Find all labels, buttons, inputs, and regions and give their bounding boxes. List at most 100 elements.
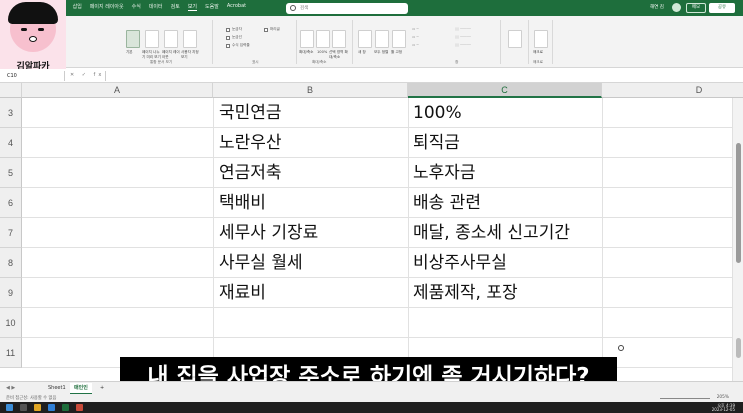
cell-c7[interactable]: 매달, 종소세 신고기간 [413,218,570,248]
custom-views-button[interactable] [183,30,197,48]
cell-c9[interactable]: 제품제작, 포장 [413,278,518,308]
zoom-to-selection-button[interactable] [332,30,346,48]
cell-b3[interactable]: 국민연금 [219,98,282,128]
cell-b9[interactable]: 재료비 [219,278,266,308]
avatar[interactable] [672,3,681,12]
arrange-all-button[interactable] [375,30,389,48]
webcam-overlay: 김알파카 [0,0,66,76]
edge-browser-icon[interactable] [48,404,55,411]
group-label-zoom: 확대/축소 [312,60,327,64]
menu-help[interactable]: 도움말 [205,3,219,11]
memo-button[interactable]: 메모 [686,3,706,13]
spreadsheet-grid[interactable]: A B C D 3 국민연금 100% 4 노란우산 퇴직금 5 연금저축 노후… [0,83,743,381]
menu-view[interactable]: 보기 [187,3,198,11]
column-header-c[interactable]: C [408,83,602,98]
zoom-label: 확대/축소 [299,50,314,54]
sheet-tab-sheet1[interactable]: Sheet1 [44,383,70,394]
freeze-panes-button[interactable] [392,30,406,48]
formula-bar-checkbox[interactable] [226,44,230,48]
scrollbar-thumb[interactable] [736,143,741,263]
row-header[interactable]: 5 [0,158,22,188]
ribbon-separator [500,20,501,64]
search-icon[interactable] [20,404,27,411]
menu-review[interactable]: 검토 [171,3,180,11]
windows-start-icon[interactable] [6,404,13,411]
gridlines-checkbox[interactable] [226,36,230,40]
menu-formulas[interactable]: 수식 [132,3,141,11]
cell-c4[interactable]: 퇴직금 [413,128,460,158]
vertical-scrollbar[interactable] [732,98,743,381]
taskbar-clock[interactable]: 오후 4:39 2023-12-05 [712,404,735,412]
column-header-a[interactable]: A [22,83,213,98]
menu-acrobat[interactable]: Acrobat [227,3,246,11]
gridlines-label: 눈금선 [232,35,242,39]
ribbon: 기본 페이지 나누기 미리 보기 페이지 레이아웃 사용자 지정 보기 통합 문… [0,16,743,68]
formula-bar-label: 수식 입력줄 [232,43,250,47]
webcam-mouth [29,36,37,42]
zoom-slider[interactable] [660,398,710,399]
column-header-b[interactable]: B [213,83,408,98]
split-option[interactable]: ▭ ─ [412,27,419,31]
cell-b7[interactable]: 세무사 기장료 [219,218,318,248]
file-explorer-icon[interactable] [34,404,41,411]
search-box[interactable]: 검색 [286,3,408,14]
zoom-level[interactable]: 205% [717,395,729,400]
sync-scroll-option[interactable]: ▯▯ ───── [455,35,471,39]
headings-checkbox[interactable] [264,28,268,32]
unhide-option[interactable]: ▭ ─ [412,43,419,47]
cell-b6[interactable]: 택배비 [219,188,266,218]
cell-b5[interactable]: 연금저축 [219,158,282,188]
mouse-cursor [618,345,624,351]
select-all-corner[interactable] [0,83,22,98]
menu-page-layout[interactable]: 페이지 레이아웃 [90,3,124,11]
hide-option[interactable]: ▭ ─ [412,35,419,39]
zoom-100-button[interactable] [316,30,330,48]
row-header[interactable]: 10 [0,308,22,338]
cell-b4[interactable]: 노란우산 [219,128,282,158]
sheet-tab-active[interactable]: 매인인 [70,383,92,394]
sheet-nav-arrows[interactable]: ◀ ▶ [6,385,15,391]
row-header[interactable]: 4 [0,128,22,158]
row-header[interactable]: 9 [0,278,22,308]
page-break-preview-button[interactable] [145,30,159,48]
divider [64,71,65,81]
row-gridline [22,187,732,188]
excel-app-icon[interactable] [62,404,69,411]
title-bar: 홈 삽입 페이지 레이아웃 수식 데이터 검토 보기 도움말 Acrobat 검… [0,0,743,16]
row-gridline [22,277,732,278]
row-header[interactable]: 3 [0,98,22,128]
share-button[interactable]: 공유 [709,3,735,13]
column-gridline [213,98,214,381]
switch-windows-button[interactable] [508,30,522,48]
formula-icons[interactable]: ✕ ✓ fx [70,72,104,78]
webcam-eye-left [21,28,27,31]
row-header[interactable]: 8 [0,248,22,278]
zoom-button[interactable] [300,30,314,48]
app-icon[interactable] [76,404,83,411]
new-window-label: 새 창 [358,50,366,54]
column-gridline [602,98,603,381]
scrollbar-marker [736,338,741,358]
macros-button[interactable] [534,30,548,48]
ribbon-separator [528,20,529,64]
cell-c5[interactable]: 노후자금 [413,158,476,188]
row-header[interactable]: 6 [0,188,22,218]
menu-data[interactable]: 데이터 [149,3,163,11]
row-header[interactable]: 7 [0,218,22,248]
row-gridline [22,157,732,158]
menu-insert[interactable]: 삽입 [73,3,82,11]
normal-view-button[interactable] [126,30,140,48]
row-header[interactable]: 11 [0,338,22,368]
cell-c6[interactable]: 배송 관련 [413,188,481,218]
new-window-button[interactable] [358,30,372,48]
cell-c3[interactable]: 100% [413,98,462,128]
cell-c8[interactable]: 비상주사무실 [413,248,507,278]
add-sheet-button[interactable]: + [96,383,108,394]
ruler-checkbox[interactable] [226,28,230,32]
name-box[interactable]: C10 [4,71,62,81]
column-header-d[interactable]: D [602,83,743,98]
view-side-by-side-option[interactable]: ▯▯ ───── [455,27,471,31]
cell-b8[interactable]: 사무실 월세 [219,248,303,278]
page-layout-view-button[interactable] [164,30,178,48]
reset-position-option[interactable]: ▯▯ ───── [455,43,471,47]
